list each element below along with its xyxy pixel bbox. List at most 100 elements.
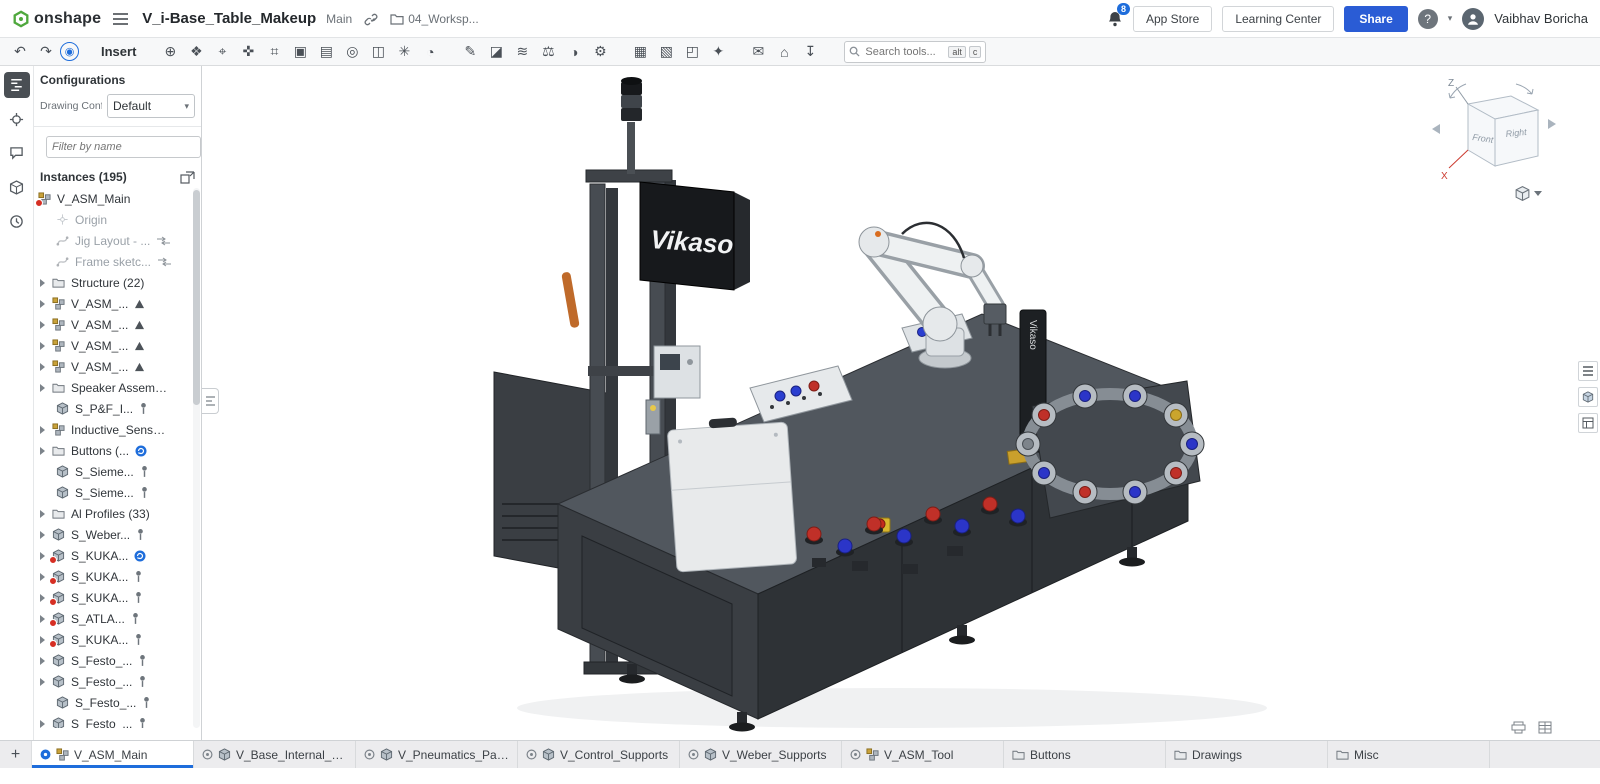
chevron-icon[interactable] — [38, 447, 52, 455]
tree-scrollbar[interactable] — [193, 188, 200, 728]
section-view-icon[interactable]: ◪ — [484, 41, 508, 63]
branch-name[interactable]: Main — [326, 12, 352, 26]
print-button[interactable] — [1511, 721, 1526, 734]
drawing-icon[interactable]: ⌂ — [772, 41, 796, 63]
redo-icon[interactable]: ↷ — [34, 41, 58, 63]
tree-item[interactable]: S_Festo_... — [34, 692, 201, 713]
chevron-icon[interactable] — [38, 321, 52, 329]
mirror-icon[interactable]: ◫ — [366, 41, 390, 63]
mass-properties-icon[interactable]: ⚖ — [536, 41, 560, 63]
tab-buttons[interactable]: Buttons — [1004, 741, 1166, 768]
snap-mode-icon[interactable]: ⌗ — [262, 41, 286, 63]
chevron-icon[interactable] — [38, 531, 52, 539]
brand-sign[interactable]: Vikaso — [640, 182, 750, 290]
export-icon[interactable]: ↧ — [798, 41, 822, 63]
display-states-icon[interactable]: ◰ — [680, 41, 704, 63]
search-tools-input[interactable] — [863, 45, 945, 59]
view-cube[interactable]: Front Right Z X — [1416, 74, 1566, 194]
tree-item[interactable]: V_ASM_Main — [34, 188, 201, 209]
rotate-east-arrow-icon[interactable] — [1548, 119, 1556, 129]
parts-icon[interactable] — [4, 174, 30, 200]
named-views-icon[interactable]: ▧ — [654, 41, 678, 63]
avatar[interactable] — [1462, 8, 1484, 30]
edit-in-context-icon[interactable]: ◉ — [60, 42, 79, 61]
tree-item[interactable]: S_Weber... — [34, 524, 201, 545]
appearance-icon[interactable]: ◑ — [562, 41, 586, 63]
chevron-icon[interactable] — [38, 279, 52, 287]
chevron-icon[interactable] — [38, 510, 52, 518]
tab-drawings[interactable]: Drawings — [1166, 741, 1328, 768]
tree-item[interactable]: Origin — [34, 209, 201, 230]
machine-model[interactable]: Vikaso — [202, 66, 1600, 740]
chevron-icon[interactable] — [38, 342, 52, 350]
history-icon[interactable] — [4, 208, 30, 234]
electrical-cabinet[interactable] — [667, 414, 797, 572]
view-options-button[interactable] — [1508, 184, 1548, 203]
share-button[interactable]: Share — [1344, 6, 1407, 32]
insert-button[interactable]: Insert — [95, 43, 142, 60]
tree-item[interactable]: S_P&F_I... — [34, 398, 201, 419]
tab-v-weber-supports[interactable]: V_Weber_Supports — [680, 741, 842, 768]
notifications-button[interactable]: 8 — [1107, 10, 1123, 27]
assembly-list-icon[interactable] — [4, 72, 30, 98]
display-panel-button[interactable] — [1578, 413, 1598, 433]
chevron-icon[interactable] — [38, 300, 52, 308]
exploded-views-icon[interactable]: ✦ — [706, 41, 730, 63]
tree-item[interactable]: S_KUKA... — [34, 629, 201, 650]
tree-item[interactable]: V_ASM_... — [34, 335, 201, 356]
snapshot-icon[interactable]: ◔ — [418, 41, 442, 63]
insert-instance-icon[interactable] — [180, 171, 195, 184]
tree-item[interactable]: Al Profiles (33) — [34, 503, 201, 524]
workspace-breadcrumb[interactable]: 04_Worksp... — [390, 12, 478, 26]
tree-item[interactable]: S_KUKA... — [34, 545, 201, 566]
comment-tool-icon[interactable]: ✉ — [746, 41, 770, 63]
tab-v-asm-tool[interactable]: V_ASM_Tool — [842, 741, 1004, 768]
tree-item[interactable]: S_Sieme... — [34, 461, 201, 482]
bom-icon[interactable]: ▦ — [628, 41, 652, 63]
help-button[interactable]: ? — [1418, 9, 1438, 29]
sketch-icon[interactable]: ✎ — [458, 41, 482, 63]
measure-icon[interactable]: ≋ — [510, 41, 534, 63]
tree-item[interactable]: V_ASM_... — [34, 293, 201, 314]
onshape-logo[interactable]: onshape — [12, 10, 101, 28]
add-tab-button[interactable]: + — [0, 741, 32, 768]
tree-scrollbar-thumb[interactable] — [193, 190, 200, 405]
tree-item[interactable]: S_Festo_... — [34, 713, 201, 728]
chevron-icon[interactable] — [38, 657, 52, 665]
tree-item[interactable]: Buttons (... — [34, 440, 201, 461]
named-positions-icon[interactable]: ✜ — [236, 41, 260, 63]
tree-item[interactable]: S_KUKA... — [34, 566, 201, 587]
tree-item[interactable]: Jig Layout - ... — [34, 230, 201, 251]
learning-center-button[interactable]: Learning Center — [1222, 6, 1334, 32]
mate-features-icon[interactable] — [4, 106, 30, 132]
graphics-viewport[interactable]: Vikaso — [202, 66, 1600, 740]
replicate-icon[interactable]: ▣ — [288, 41, 312, 63]
mate-connector-icon[interactable]: ⌖ — [210, 41, 234, 63]
tree-item[interactable]: V_ASM_... — [34, 356, 201, 377]
tree-item[interactable]: Speaker Assemblie... — [34, 377, 201, 398]
chevron-icon[interactable] — [38, 426, 52, 434]
view-cube-right-face[interactable] — [1495, 110, 1538, 166]
tree-item[interactable]: S_Sieme... — [34, 482, 201, 503]
chevron-icon[interactable] — [38, 384, 52, 392]
tree-item[interactable]: S_Festo_... — [34, 650, 201, 671]
comments-icon[interactable] — [4, 140, 30, 166]
chevron-icon[interactable] — [38, 363, 52, 371]
orange-cable[interactable] — [561, 272, 580, 329]
table-button[interactable] — [1538, 721, 1552, 734]
main-menu-button[interactable] — [111, 11, 130, 27]
undo-icon[interactable]: ↶ — [8, 41, 32, 63]
signal-tower-light[interactable] — [621, 77, 642, 174]
tab-v-base-internal-fr-[interactable]: V_Base_Internal_Fr... — [194, 741, 356, 768]
share-link-icon[interactable] — [362, 10, 380, 28]
filter-by-name-input[interactable] — [46, 136, 201, 158]
tree-item[interactable]: Structure (22) — [34, 272, 201, 293]
tab-v-asm-main[interactable]: V_ASM_Main — [32, 741, 194, 768]
tree-item[interactable]: S_Festo_... — [34, 671, 201, 692]
chevron-icon[interactable] — [38, 678, 52, 686]
tree-item[interactable]: Frame sketc... — [34, 251, 201, 272]
drawing-config-select[interactable]: Default ▾ — [107, 94, 195, 118]
linear-pattern-icon[interactable]: ▤ — [314, 41, 338, 63]
chevron-icon[interactable] — [38, 720, 52, 728]
rotate-west-arrow-icon[interactable] — [1432, 124, 1440, 134]
